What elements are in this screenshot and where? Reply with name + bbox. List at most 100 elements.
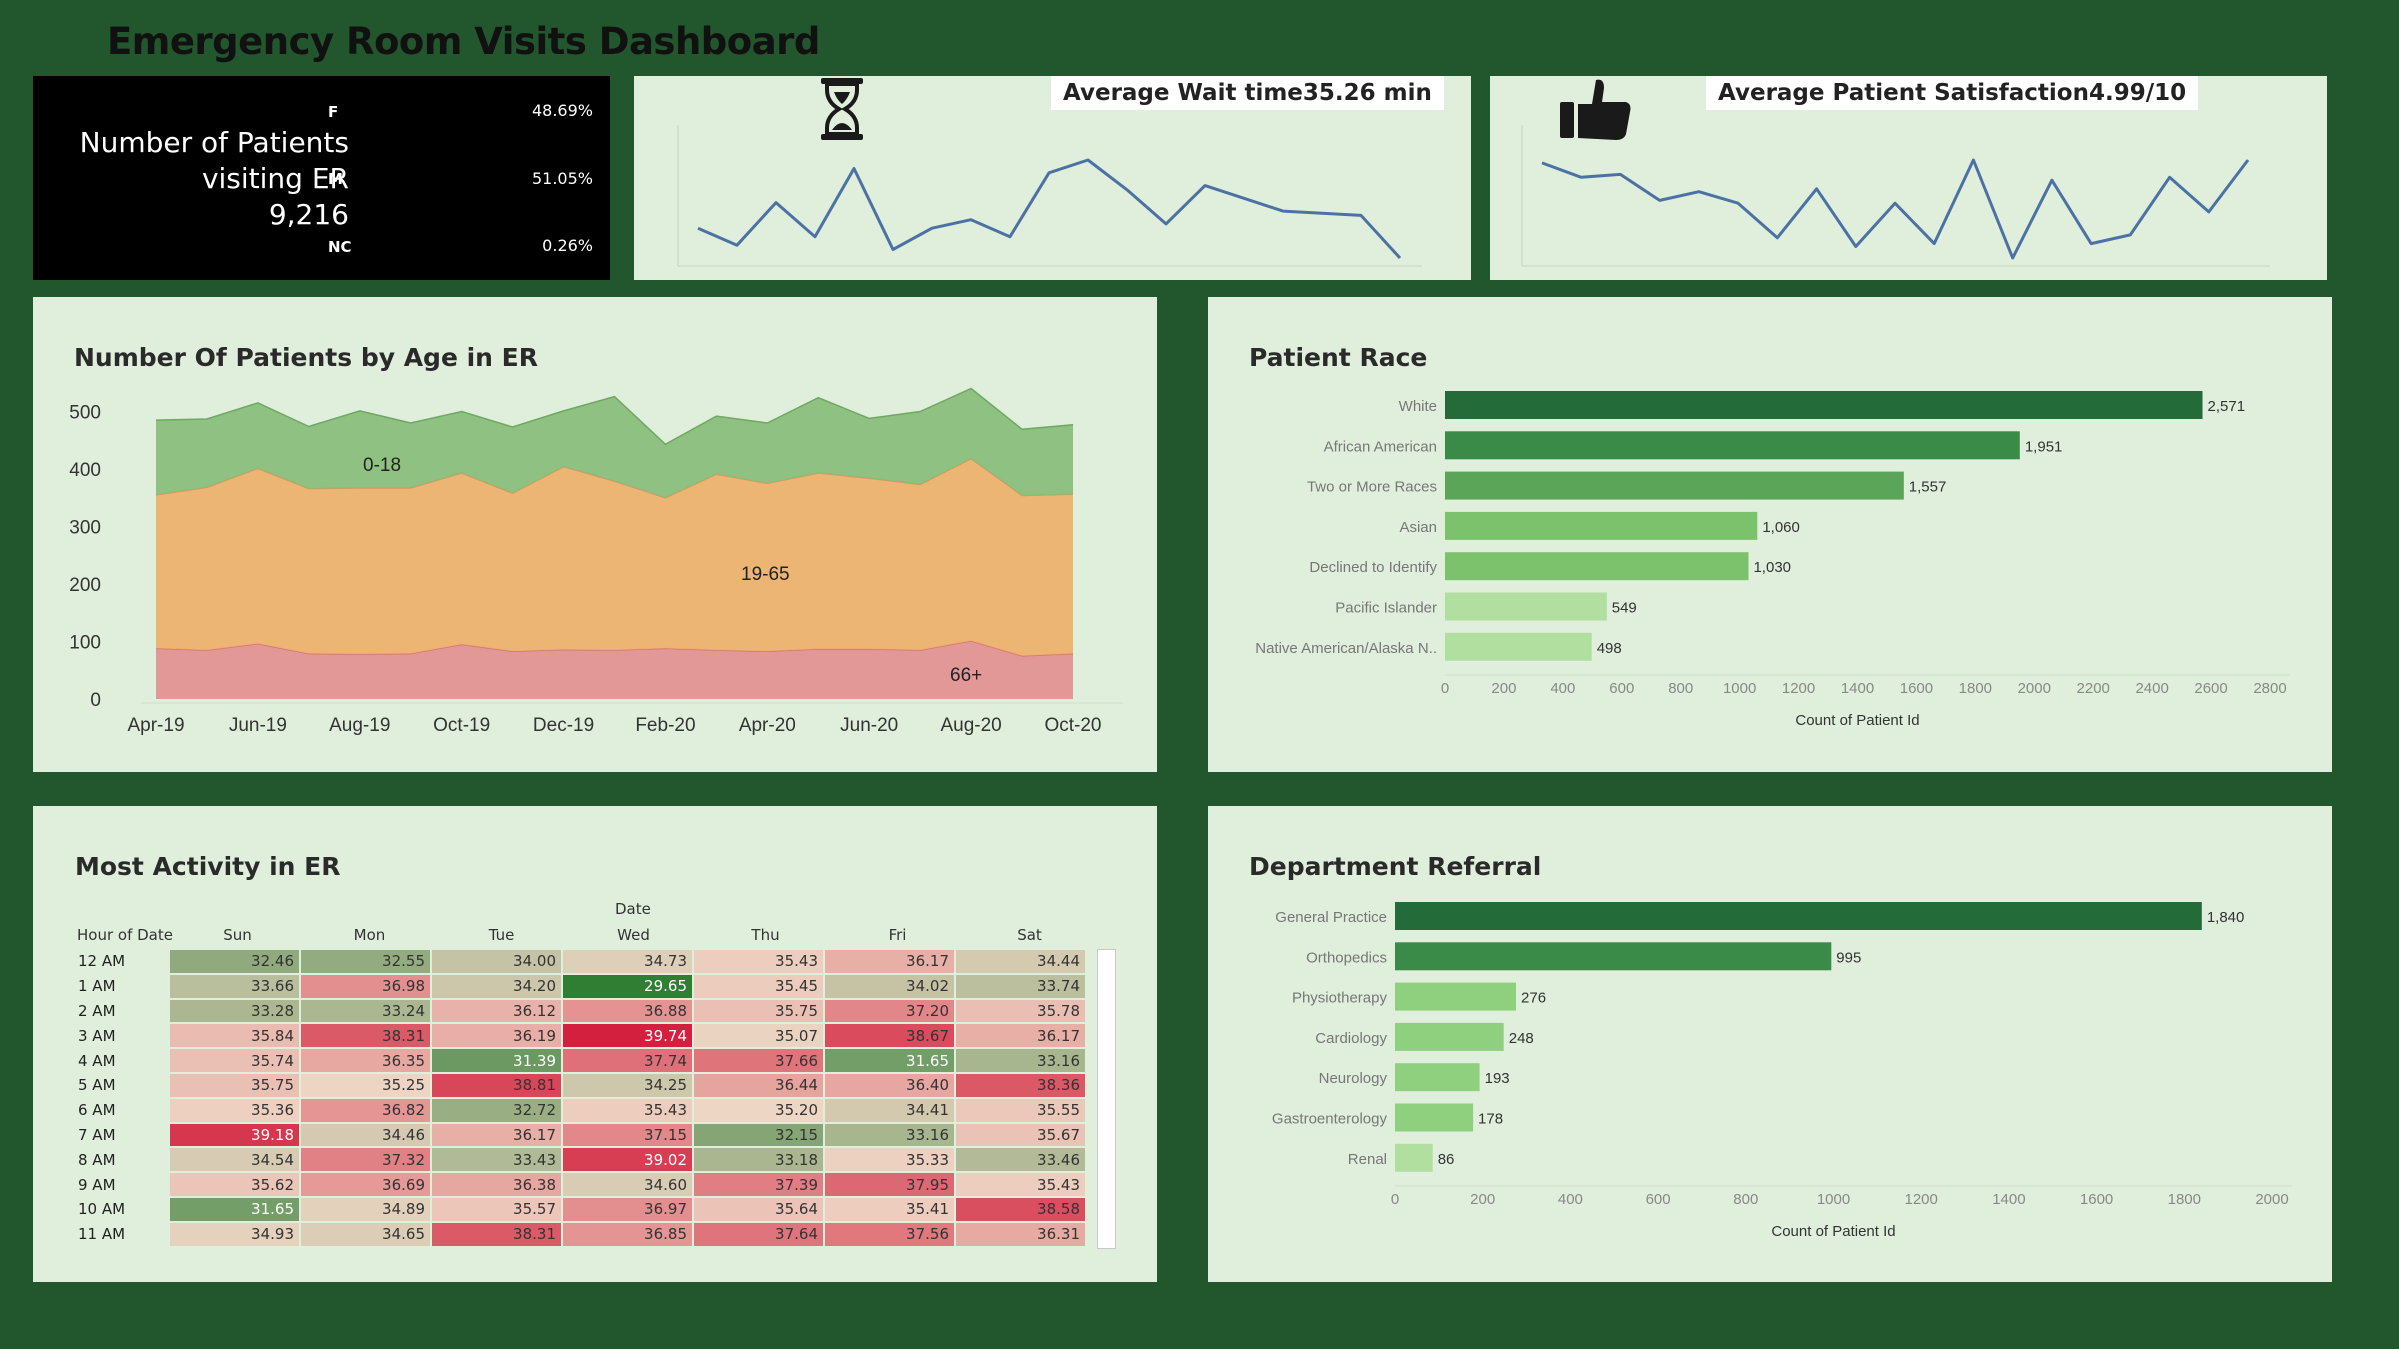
- age-x-tick: Dec-19: [533, 715, 594, 736]
- race-chart-panel: Patient Race White 2,571 African American 1…: [1208, 297, 2332, 772]
- referral-value-label: 276: [1521, 990, 1546, 1007]
- heatmap-cell: 33.46: [956, 1148, 1085, 1172]
- heatmap-cell: 35.41: [825, 1197, 954, 1221]
- heatmap-cell: 35.33: [825, 1148, 954, 1172]
- heatmap-cell: 35.36: [170, 1098, 299, 1122]
- heatmap-row: 4 AM 35.74 36.35 31.39 37.74 37.66 31.65 33.16: [72, 1049, 1085, 1072]
- race-value-label: 1,030: [1753, 559, 1791, 576]
- heatmap-cell: 35.75: [170, 1073, 299, 1097]
- heatmap-cell: 35.25: [301, 1073, 430, 1097]
- heatmap-cell: 36.17: [956, 1024, 1085, 1048]
- race-x-tick: 1800: [1959, 680, 1992, 697]
- referral-x-tick: 200: [1470, 1191, 1495, 1208]
- heatmap-hour-label: 1 AM: [78, 977, 116, 996]
- race-category-label: Pacific Islander: [1335, 600, 1437, 617]
- heatmap-hour-label: 9 AM: [78, 1175, 116, 1194]
- heatmap-hour-label: 5 AM: [78, 1076, 116, 1095]
- heatmap-cell: 38.67: [825, 1024, 954, 1048]
- referral-x-tick: 2000: [2255, 1191, 2288, 1208]
- heatmap-scrollbar[interactable]: [1097, 949, 1116, 1249]
- heatmap-cell: 36.82: [301, 1098, 430, 1122]
- age-y-tick: 100: [69, 633, 101, 654]
- heatmap-row: 8 AM 34.54 37.32 33.43 39.02 33.18 35.33 33.46: [72, 1148, 1085, 1172]
- patients-card: Number of Patients visiting ER 9,216 F 4…: [33, 76, 610, 280]
- gender-pct-f: 48.69%: [531, 101, 593, 120]
- heatmap-cell: 35.45: [694, 974, 823, 998]
- heatmap-cell: 36.31: [956, 1222, 1085, 1246]
- heatmap-cell: 37.95: [825, 1173, 954, 1196]
- race-x-tick: 2800: [2253, 680, 2286, 697]
- age-x-tick: Jun-19: [229, 715, 287, 736]
- age-x-tick: Aug-19: [329, 715, 390, 736]
- referral-value-label: 178: [1478, 1111, 1503, 1128]
- heatmap-cell: 37.56: [825, 1222, 954, 1246]
- race-category-label: Declined to Identify: [1309, 559, 1437, 576]
- age-area-19-65: [156, 458, 1073, 656]
- heatmap-cell: 36.97: [563, 1197, 692, 1221]
- referral-category-label: General Practice: [1275, 909, 1387, 926]
- heatmap-cell: 36.38: [432, 1173, 561, 1196]
- race-x-tick: 1000: [1723, 680, 1756, 697]
- age-x-tick: Apr-20: [739, 715, 796, 736]
- wait-trend-line: [697, 158, 1402, 260]
- heatmap-day-header: Thu: [751, 926, 780, 944]
- race-bar: [1445, 471, 1904, 500]
- age-label-young: 0-18: [363, 455, 401, 476]
- heatmap-cell: 33.28: [170, 999, 299, 1023]
- heatmap-cell: 36.12: [432, 999, 561, 1023]
- referral-x-tick: 1600: [2080, 1191, 2113, 1208]
- heatmap-cell: 35.57: [432, 1197, 561, 1221]
- race-bar: [1445, 632, 1592, 661]
- race-value-label: 1,060: [1762, 519, 1800, 536]
- heatmap-cell: 36.88: [563, 999, 692, 1023]
- satisfaction-trend-line: [1541, 158, 2250, 260]
- referral-value-label: 193: [1485, 1070, 1510, 1087]
- race-value-label: 498: [1597, 640, 1622, 657]
- heatmap-cell: 32.46: [170, 950, 299, 973]
- race-value-label: 1,557: [1909, 479, 1947, 496]
- referral-value-label: 86: [1438, 1151, 1455, 1168]
- heatmap-grid: 12 AM 32.46 32.55 34.00 34.73 35.43 36.17 34.44…: [70, 948, 1087, 1248]
- heatmap-cell: 34.89: [301, 1197, 430, 1221]
- heatmap-cell: 37.20: [825, 999, 954, 1023]
- heatmap-row-header: Hour of Date: [77, 926, 173, 944]
- heatmap-cell: 38.31: [432, 1222, 561, 1246]
- referral-value-label: 248: [1509, 1030, 1534, 1047]
- heatmap-cell: 39.18: [170, 1123, 299, 1147]
- age-y-tick: 200: [69, 575, 101, 596]
- referral-category-label: Orthopedics: [1306, 949, 1387, 966]
- heatmap-cell: 34.73: [563, 950, 692, 973]
- race-x-tick: 2200: [2077, 680, 2110, 697]
- age-y-tick: 0: [90, 690, 101, 711]
- referral-x-tick: 1800: [2168, 1191, 2201, 1208]
- heatmap-row: 3 AM 35.84 38.31 36.19 39.74 35.07 38.67 36.17: [72, 1024, 1085, 1048]
- gender-code-m: M: [328, 170, 343, 188]
- patients-label-line2: visiting ER: [201, 162, 349, 195]
- heatmap-cell: 32.72: [432, 1098, 561, 1122]
- gender-code-nc: NC: [328, 238, 352, 256]
- heatmap-cell: 37.74: [563, 1049, 692, 1072]
- referral-bar: [1395, 902, 2202, 930]
- referral-category-label: Physiotherapy: [1292, 990, 1388, 1007]
- heatmap-row: 9 AM 35.62 36.69 36.38 34.60 37.39 37.95 35.43: [72, 1173, 1085, 1196]
- heatmap-cell: 34.46: [301, 1123, 430, 1147]
- heatmap-cell: 34.00: [432, 950, 561, 973]
- heatmap-cell: 33.24: [301, 999, 430, 1023]
- referral-value-label: 995: [1836, 949, 1861, 966]
- heatmap-cell: 36.85: [563, 1222, 692, 1246]
- heatmap-cell: 38.36: [956, 1073, 1085, 1097]
- referral-x-tick: 1400: [1992, 1191, 2025, 1208]
- heatmap-hour-label: 4 AM: [78, 1051, 116, 1070]
- heatmap-cell: 38.58: [956, 1197, 1085, 1221]
- heatmap-cell: 35.20: [694, 1098, 823, 1122]
- heatmap-cell: 36.98: [301, 974, 430, 998]
- heatmap-day-header: Sat: [1017, 926, 1042, 944]
- referral-bar: [1395, 1103, 1474, 1132]
- gender-code-f: F: [328, 103, 339, 121]
- heatmap-row: 5 AM 35.75 35.25 38.81 34.25 36.44 36.40 38.36: [72, 1073, 1085, 1097]
- heatmap-cell: 37.66: [694, 1049, 823, 1072]
- race-x-tick: 2600: [2194, 680, 2227, 697]
- race-value-label: 549: [1612, 600, 1637, 617]
- referral-bar: [1395, 1063, 1480, 1092]
- race-bar-chart: White 2,571 African American 1,951 Two or Mo…: [1255, 391, 2290, 729]
